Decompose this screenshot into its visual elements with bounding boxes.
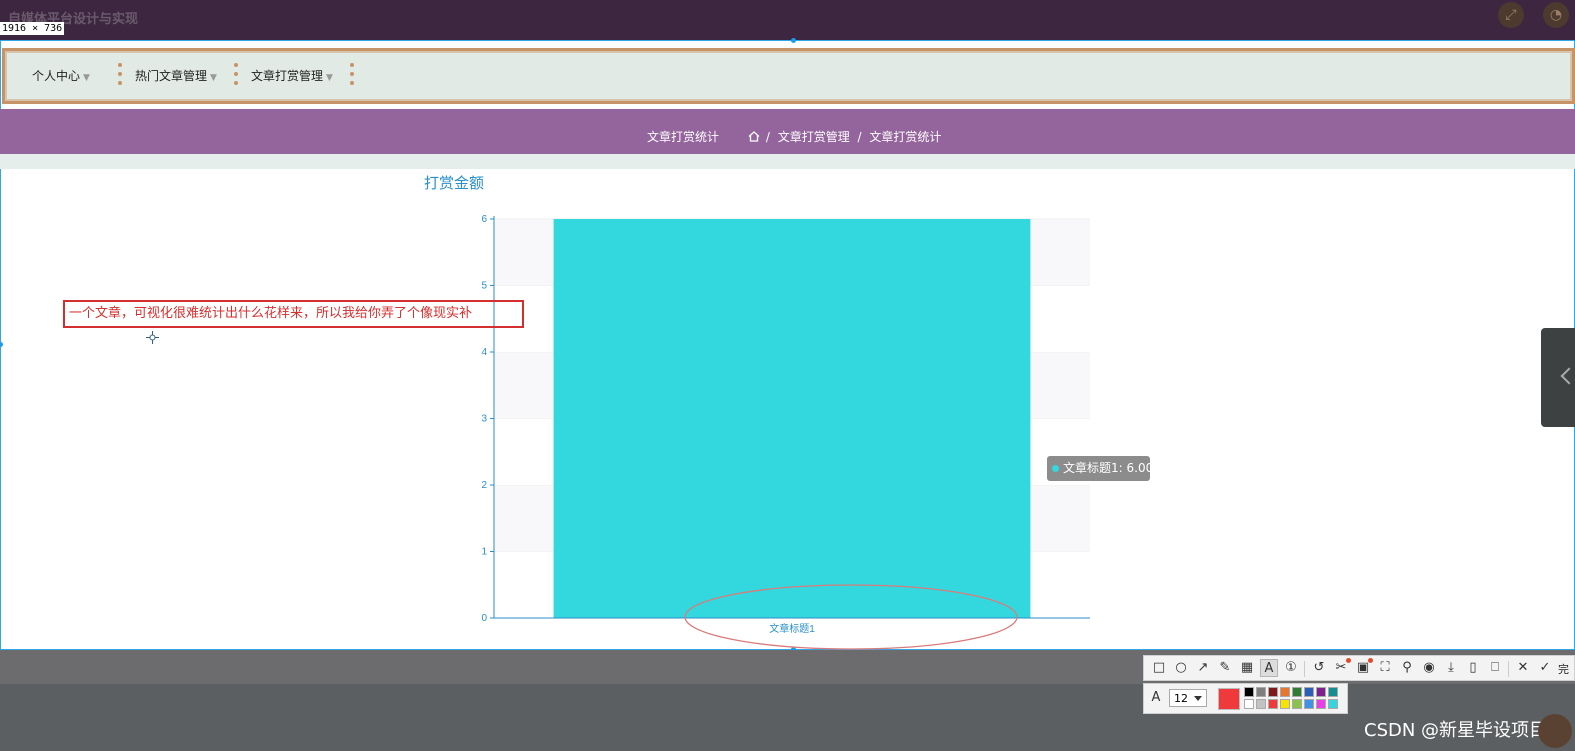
crosshair-cursor-icon <box>146 331 159 344</box>
ocr-icon[interactable]: ✂ <box>1332 658 1351 677</box>
bar-chart: 文章标题1 0 1 2 3 4 5 6 <box>481 214 1090 650</box>
color-swatch[interactable] <box>1304 687 1314 697</box>
save-icon[interactable]: ▯ <box>1464 659 1482 677</box>
y-tick-label: 2 <box>481 480 487 491</box>
scroll-capture-icon[interactable]: ⛶ <box>1376 659 1394 677</box>
annotation-textbox[interactable]: 一个文章，可视化很难统计出什么花样来，所以我给你弄了个像现实补 <box>63 300 524 328</box>
undo-icon[interactable]: ↺ <box>1310 659 1328 677</box>
color-swatch[interactable] <box>1316 699 1326 709</box>
avatar <box>1538 714 1572 748</box>
chevron-down-icon <box>1194 696 1202 701</box>
record-icon[interactable]: ◉ <box>1420 659 1438 677</box>
bookmark-icon[interactable]: ⎕ <box>1486 659 1504 677</box>
font-size-icon: A <box>1151 690 1161 705</box>
color-swatch[interactable] <box>1328 699 1338 709</box>
y-tick-label: 5 <box>481 281 487 292</box>
download-icon[interactable]: ⤓ <box>1442 659 1460 677</box>
pin-icon[interactable]: ⚲ <box>1398 659 1416 677</box>
font-size-select[interactable]: 12 <box>1169 689 1207 707</box>
translate-icon[interactable]: ▣ <box>1354 658 1373 677</box>
color-swatch[interactable] <box>1292 687 1302 697</box>
toolbar-divider <box>1304 661 1305 677</box>
color-swatch[interactable] <box>1292 699 1302 709</box>
current-color-swatch[interactable] <box>1218 688 1240 710</box>
color-swatch[interactable] <box>1280 687 1290 697</box>
color-swatch[interactable] <box>1256 699 1266 709</box>
font-size-value: 12 <box>1174 692 1188 705</box>
color-swatch[interactable] <box>1268 687 1278 697</box>
y-tick-label: 0 <box>481 613 487 624</box>
done-label[interactable]: 完 <box>1558 661 1569 677</box>
pencil-tool-icon[interactable]: ✎ <box>1216 659 1234 677</box>
side-panel-toggle[interactable] <box>1541 328 1575 427</box>
annotation-text: 一个文章，可视化很难统计出什么花样来，所以我给你弄了个像现实补 <box>69 306 473 321</box>
color-swatch[interactable] <box>1328 687 1338 697</box>
ellipse-tool-icon[interactable]: ○ <box>1172 659 1190 677</box>
y-tick-label: 6 <box>481 214 487 225</box>
number-tool-icon[interactable]: ① <box>1282 659 1300 677</box>
color-swatch[interactable] <box>1268 699 1278 709</box>
color-swatch[interactable] <box>1304 699 1314 709</box>
series-marker <box>1052 465 1059 472</box>
text-style-toolbar: A 12 <box>1143 683 1348 714</box>
mosaic-tool-icon[interactable]: ▦ <box>1238 659 1256 677</box>
chart-tooltip: 文章标题1: 6.00 <box>1047 456 1154 481</box>
confirm-icon[interactable]: ✓ <box>1536 659 1554 677</box>
watermark: CSDN @新星毕设项目 <box>1364 720 1548 741</box>
y-tick-label: 4 <box>481 347 487 358</box>
color-swatch[interactable] <box>1280 699 1290 709</box>
color-swatch[interactable] <box>1244 687 1254 697</box>
y-tick-label: 1 <box>481 547 487 558</box>
screenshot-toolbar: □ ○ ↗ ✎ ▦ A ① ↺ ✂ ▣ ⛶ ⚲ ◉ ⤓ ▯ ⎕ ✕ ✓ 完 <box>1143 655 1575 681</box>
y-tick-label: 3 <box>481 414 487 425</box>
toolbar-divider <box>1508 661 1509 677</box>
arrow-tool-icon[interactable]: ↗ <box>1194 659 1212 677</box>
text-tool-icon[interactable]: A <box>1260 659 1278 677</box>
x-tick-label: 文章标题1 <box>769 622 815 635</box>
color-swatch[interactable] <box>1256 687 1266 697</box>
close-icon[interactable]: ✕ <box>1514 659 1532 677</box>
color-swatch[interactable] <box>1244 699 1254 709</box>
tooltip-text: 文章标题1: 6.00 <box>1063 461 1154 475</box>
color-swatch[interactable] <box>1316 687 1326 697</box>
bar <box>553 219 1031 618</box>
rectangle-tool-icon[interactable]: □ <box>1150 659 1168 677</box>
